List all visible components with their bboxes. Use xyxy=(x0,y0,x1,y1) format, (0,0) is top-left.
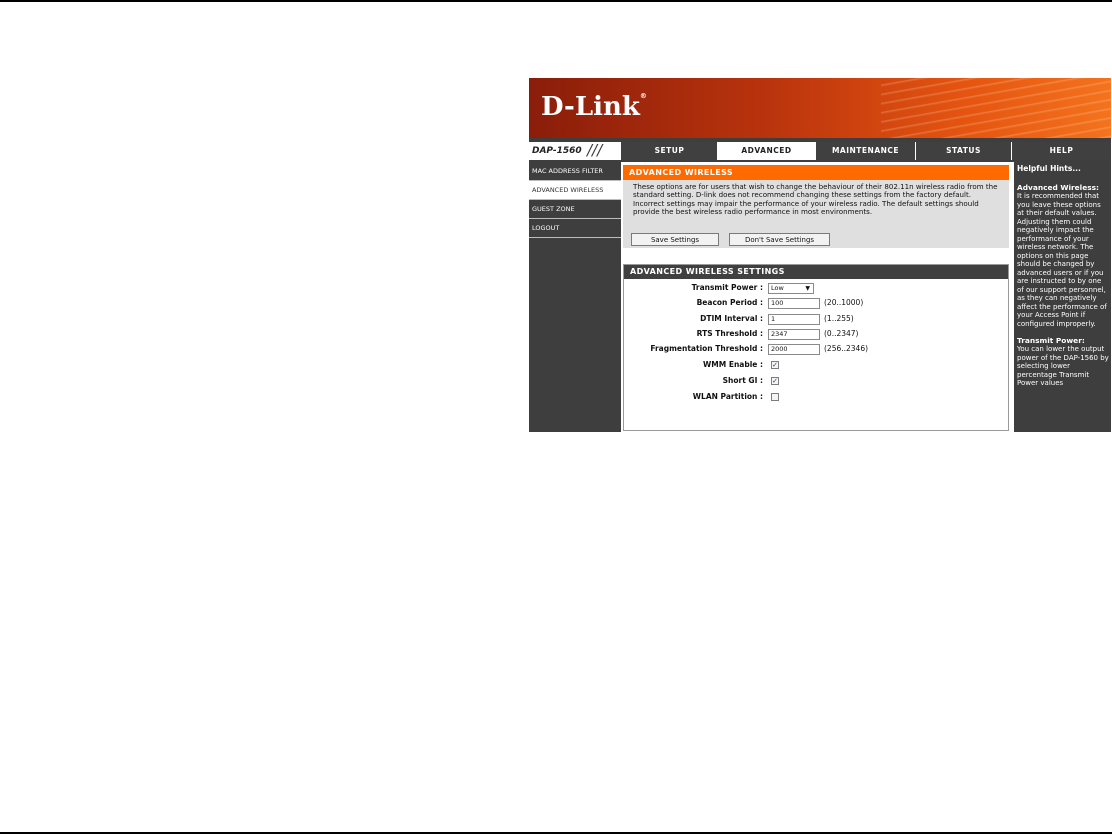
sidebar-item-advanced-wireless[interactable]: ADVANCED WIRELESS xyxy=(529,181,621,200)
model-slashes: /// xyxy=(587,141,603,159)
advanced-wireless-title: ADVANCED WIRELESS xyxy=(623,165,1009,180)
tab-status[interactable]: STATUS xyxy=(916,142,1012,160)
dtim-interval-label: DTIM Interval : xyxy=(700,314,763,323)
banner-streaks xyxy=(881,78,1111,138)
tab-advanced[interactable]: ADVANCED xyxy=(718,142,816,160)
short-gi-row: Short GI : ✓ xyxy=(624,374,1008,388)
advanced-wireless-description: These options are for users that wish to… xyxy=(633,182,998,217)
help-transmit-power-heading: Transmit Power: xyxy=(1017,336,1085,345)
dont-save-settings-button[interactable]: Don't Save Settings xyxy=(729,233,830,246)
wlan-partition-row: WLAN Partition : xyxy=(624,390,1008,404)
beacon-period-label: Beacon Period : xyxy=(696,298,763,307)
rts-threshold-range: (0..2347) xyxy=(824,329,859,338)
wlan-partition-label: WLAN Partition : xyxy=(692,392,763,401)
chevron-down-icon: ▼ xyxy=(805,285,810,292)
short-gi-checkbox[interactable]: ✓ xyxy=(771,377,779,385)
advanced-wireless-settings-panel: ADVANCED WIRELESS SETTINGS Transmit Powe… xyxy=(623,264,1009,431)
help-transmit-power-text: You can lower the output power of the DA… xyxy=(1017,345,1109,387)
wmm-enable-checkbox[interactable]: ✓ xyxy=(771,361,779,369)
fragmentation-threshold-label: Fragmentation Threshold : xyxy=(650,344,763,353)
main-content: ADVANCED WIRELESS These options are for … xyxy=(621,162,1014,432)
fragmentation-threshold-row: Fragmentation Threshold : 2000 (256..234… xyxy=(624,342,1008,356)
dtim-interval-input[interactable]: 1 xyxy=(768,314,820,325)
sidebar-item-guest-zone[interactable]: GUEST ZONE xyxy=(529,200,621,219)
dlink-banner: D-Link® xyxy=(529,78,1111,138)
beacon-period-input[interactable]: 100 xyxy=(768,298,820,309)
advanced-wireless-settings-title: ADVANCED WIRELESS SETTINGS xyxy=(624,265,1008,279)
short-gi-label: Short GI : xyxy=(722,376,763,385)
fragmentation-threshold-input[interactable]: 2000 xyxy=(768,344,820,355)
transmit-power-row: Transmit Power : Low ▼ xyxy=(624,281,1008,295)
sidebar-item-mac-address-filter[interactable]: MAC ADDRESS FILTER xyxy=(529,162,621,181)
dtim-interval-row: DTIM Interval : 1 (1..255) xyxy=(624,312,1008,326)
save-settings-button[interactable]: Save Settings xyxy=(631,233,719,246)
transmit-power-value: Low xyxy=(771,284,784,292)
tab-help[interactable]: HELP xyxy=(1012,142,1111,160)
rts-threshold-row: RTS Threshold : 2347 (0..2347) xyxy=(624,327,1008,341)
sidebar-item-logout[interactable]: LOGOUT xyxy=(529,219,621,238)
tab-maintenance[interactable]: MAINTENANCE xyxy=(816,142,916,160)
wmm-enable-row: WMM Enable : ✓ xyxy=(624,358,1008,372)
help-advanced-wireless-heading: Advanced Wireless: xyxy=(1017,183,1099,192)
registered-mark: ® xyxy=(639,92,647,100)
tab-setup[interactable]: SETUP xyxy=(622,142,718,160)
rts-threshold-input[interactable]: 2347 xyxy=(768,329,820,340)
advanced-wireless-panel: ADVANCED WIRELESS These options are for … xyxy=(623,165,1009,248)
dlink-logo: D-Link® xyxy=(541,92,647,122)
beacon-period-row: Beacon Period : 100 (20..1000) xyxy=(624,296,1008,310)
rts-threshold-label: RTS Threshold : xyxy=(696,329,763,338)
helpful-hints-title: Helpful Hints... xyxy=(1017,164,1081,173)
model-label: DAP-1560/// xyxy=(529,142,621,160)
help-advanced-wireless-text: It is recommended that you leave these o… xyxy=(1017,192,1107,328)
dtim-interval-range: (1..255) xyxy=(824,314,854,323)
router-admin-ui: D-Link® DAP-1560/// SETUP ADVANCED MAINT… xyxy=(529,78,1111,432)
helpful-hints-panel: Helpful Hints... Advanced Wireless: It i… xyxy=(1014,162,1111,432)
fragmentation-threshold-range: (256..2346) xyxy=(824,344,869,353)
wlan-partition-checkbox[interactable] xyxy=(771,393,779,401)
top-navigation: DAP-1560/// SETUP ADVANCED MAINTENANCE S… xyxy=(529,142,1111,160)
transmit-power-select[interactable]: Low ▼ xyxy=(768,283,814,294)
sidebar: MAC ADDRESS FILTER ADVANCED WIRELESS GUE… xyxy=(529,162,621,432)
beacon-period-range: (20..1000) xyxy=(824,298,864,307)
page-bottom-rule xyxy=(0,832,1112,834)
page-top-rule xyxy=(0,0,1112,2)
wmm-enable-label: WMM Enable : xyxy=(703,360,763,369)
transmit-power-label: Transmit Power : xyxy=(691,283,763,292)
